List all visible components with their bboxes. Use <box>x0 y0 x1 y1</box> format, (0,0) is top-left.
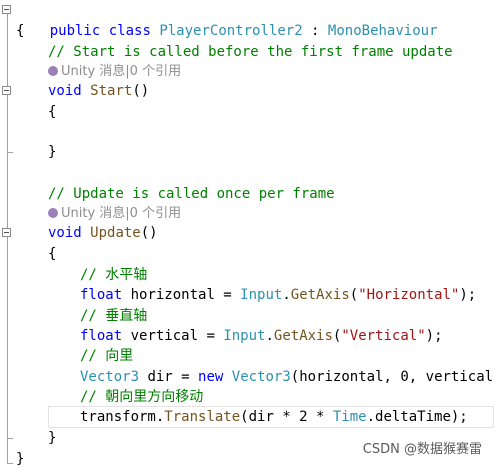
keyword: new <box>198 369 224 385</box>
codelens-update[interactable]: Unity 消息|0 个引用 <box>48 205 181 223</box>
brace: { <box>48 104 57 120</box>
identifier: dir = <box>139 369 199 385</box>
identifier: vertical = <box>122 328 224 344</box>
arguments: (horizontal, 0, vertical); <box>290 369 494 385</box>
brace: } <box>48 144 57 160</box>
code-line-update-close[interactable]: } <box>48 428 56 448</box>
code-line-start-open[interactable]: { <box>48 102 56 122</box>
code-line-dir[interactable]: Vector3 dir = new Vector3(horizontal, 0,… <box>80 367 494 387</box>
type-name: Input <box>223 328 266 344</box>
code-editor[interactable]: public class PlayerController2 : MonoBeh… <box>0 0 494 471</box>
arguments: .deltaTime); <box>366 409 468 425</box>
watermark: CSDN @数据猴赛雷 <box>362 442 482 457</box>
code-line-class-close[interactable]: } <box>16 449 24 469</box>
code-line-horizontal[interactable]: float horizontal = Input.GetAxis("Horizo… <box>80 285 476 305</box>
identifier: transform. <box>80 409 165 425</box>
fold-update-icon[interactable] <box>2 228 11 237</box>
type-name: Time <box>332 409 367 425</box>
comment-text: // 向里 <box>80 348 134 364</box>
keyword: float <box>80 287 123 303</box>
type-name: Vector3 <box>231 369 291 385</box>
comment-horizontal[interactable]: // 水平轴 <box>80 265 147 285</box>
code-line-vertical[interactable]: float vertical = Input.GetAxis("Vertical… <box>80 326 443 346</box>
comment-text: // Start is called before the first fram… <box>48 44 453 60</box>
comment-vertical[interactable]: // 垂直轴 <box>80 306 147 326</box>
fold-class-icon[interactable] <box>2 5 11 14</box>
code-line-start-decl[interactable]: void Start() <box>48 81 149 101</box>
comment-move[interactable]: // 朝向里方向移动 <box>80 387 203 407</box>
outline-end-start <box>7 152 13 153</box>
keyword: void <box>48 225 82 241</box>
method-name: Translate <box>164 409 241 425</box>
punctuation: ); <box>459 287 477 303</box>
keyword: public <box>49 23 101 39</box>
method-name: GetAxis <box>273 328 333 344</box>
method-name: Start <box>90 83 133 99</box>
keyword: float <box>80 328 123 344</box>
unity-icon <box>48 66 58 76</box>
class-name: PlayerController2 <box>159 23 303 39</box>
parens: () <box>140 225 158 241</box>
type-name: Input <box>240 287 283 303</box>
string-literal: "Vertical" <box>341 328 426 344</box>
codelens-text: Unity 消息|0 个引用 <box>61 206 182 221</box>
brace: } <box>16 451 25 467</box>
outline-end-class <box>7 463 13 464</box>
comment-text: // 水平轴 <box>80 267 148 283</box>
fold-start-icon[interactable] <box>2 86 11 95</box>
identifier: horizontal = <box>122 287 241 303</box>
method-name: Update <box>90 225 141 241</box>
code-line-class-decl[interactable]: public class PlayerController2 : MonoBeh… <box>16 1 438 39</box>
codelens-start[interactable]: Unity 消息|0 个引用 <box>48 63 181 81</box>
outline-guide <box>7 14 8 464</box>
punctuation: ); <box>425 328 443 344</box>
string-literal: "Horizontal" <box>358 287 460 303</box>
punctuation: ( <box>349 287 359 303</box>
code-line-update-decl[interactable]: void Update() <box>48 223 158 243</box>
unity-icon <box>48 208 58 218</box>
brace: } <box>48 430 57 446</box>
method-name: GetAxis <box>290 287 350 303</box>
punctuation: . <box>265 328 274 344</box>
brace: { <box>16 23 25 39</box>
arguments: (dir * 2 * <box>240 409 333 425</box>
outline-end-update <box>7 438 13 439</box>
code-line-update-open[interactable]: { <box>48 244 56 264</box>
parens: () <box>132 83 150 99</box>
punctuation: : <box>302 23 328 39</box>
codelens-text: Unity 消息|0 个引用 <box>61 64 182 79</box>
keyword: void <box>48 83 82 99</box>
code-line-open-brace[interactable]: { <box>16 21 24 41</box>
brace: { <box>48 246 57 262</box>
base-class: MonoBehaviour <box>327 23 438 39</box>
code-line-move[interactable]: transform.Translate(dir * 2 * Time.delta… <box>80 407 468 427</box>
comment-text: // 垂直轴 <box>80 308 148 324</box>
code-line-start-close[interactable]: } <box>48 142 56 162</box>
comment-dir[interactable]: // 向里 <box>80 346 133 366</box>
comment-start[interactable]: // Start is called before the first fram… <box>48 42 453 62</box>
comment-text: // 朝向里方向移动 <box>80 389 204 405</box>
comment-text: // Update is called once per frame <box>48 186 335 202</box>
comment-update[interactable]: // Update is called once per frame <box>48 184 335 204</box>
punctuation: . <box>282 287 291 303</box>
keyword: class <box>108 23 151 39</box>
type-name: Vector3 <box>80 369 140 385</box>
